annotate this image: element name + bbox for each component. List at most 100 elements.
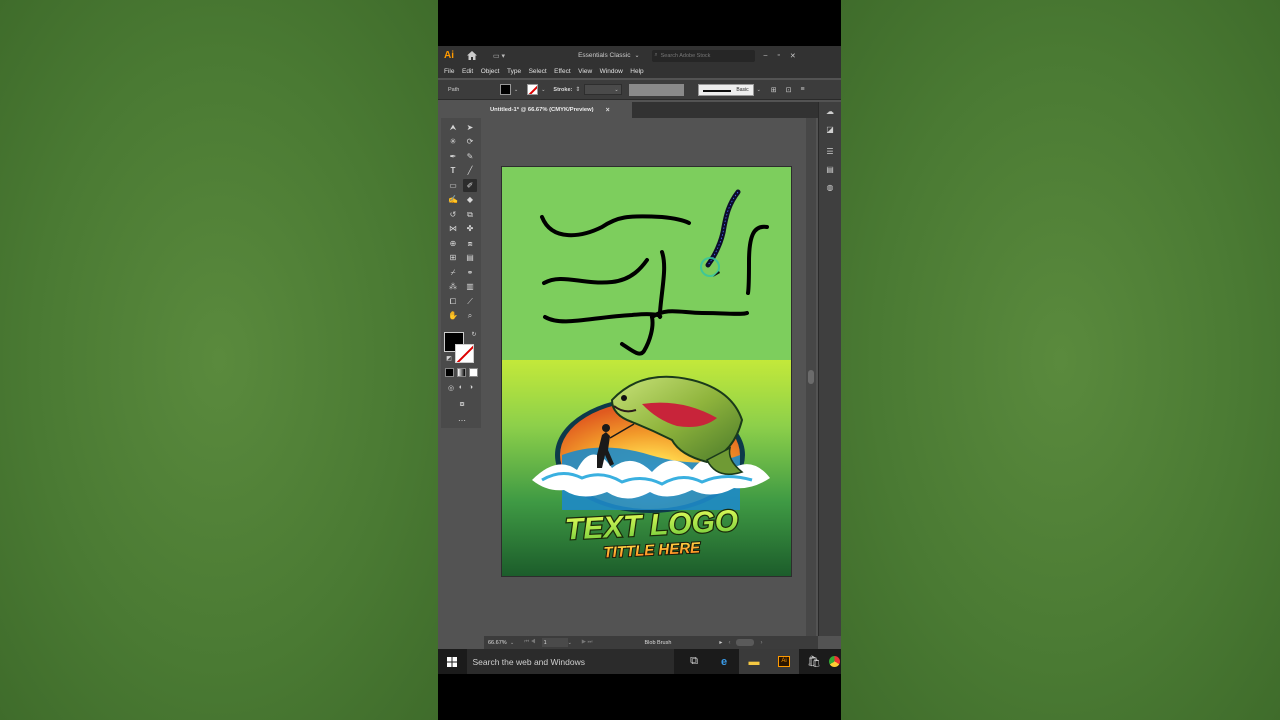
chevron-down-icon[interactable]: ⌄ — [568, 640, 572, 646]
chrome-icon[interactable] — [829, 649, 841, 674]
properties-icon[interactable]: ◪ — [824, 124, 836, 135]
menu-view[interactable]: View — [578, 68, 592, 75]
artboard-tool-icon[interactable]: ⧠ — [446, 295, 460, 308]
stroke-swatch[interactable] — [527, 84, 539, 95]
more-tools-icon[interactable]: ⋯ — [455, 414, 469, 427]
vertical-scrollbar[interactable] — [806, 118, 816, 636]
maximize-icon[interactable]: ▫ — [777, 52, 779, 60]
stroke-label[interactable]: Stroke: — [553, 87, 572, 93]
stroke-color-box[interactable] — [455, 344, 474, 363]
shaper-tool-icon[interactable]: ✍ — [446, 193, 460, 206]
arrange-documents-icon[interactable]: ▭ ▾ — [493, 52, 505, 60]
close-icon[interactable]: ✕ — [790, 52, 796, 60]
menu-object[interactable]: Object — [481, 68, 500, 75]
artboard-nav-next[interactable]: ▶ ⏭ — [582, 639, 593, 646]
task-view-icon[interactable]: ⧉ — [679, 649, 709, 674]
fill-swatch[interactable] — [500, 84, 511, 95]
rotate-tool-icon[interactable]: ↺ — [446, 208, 460, 221]
taskbar-search[interactable]: Search the web and Windows — [466, 649, 674, 674]
brush-strokes[interactable] — [502, 167, 792, 360]
lasso-icon[interactable]: ⟳ — [463, 135, 477, 148]
workspace-switcher[interactable]: Essentials Classic — [578, 52, 630, 59]
curvature-tool-icon[interactable]: ✎ — [463, 150, 477, 163]
home-icon[interactable] — [466, 51, 478, 61]
hand-tool-icon[interactable]: ✋ — [446, 309, 460, 322]
horizontal-scroll-thumb[interactable] — [736, 639, 755, 646]
document-tab[interactable]: Untitled-1* @ 66.67% (CMYK/Preview) × — [484, 102, 632, 118]
panel-menu-icon[interactable]: ≡ — [801, 86, 805, 94]
chevron-down-icon[interactable]: ⌄ — [634, 52, 639, 59]
puppet-warp-icon[interactable]: ✤ — [463, 222, 477, 235]
stepper-icon[interactable]: ⇕ — [575, 86, 580, 93]
artboard-nav-prev[interactable]: ⏮ ◀ — [524, 639, 535, 646]
menu-type[interactable]: Type — [507, 68, 521, 75]
appearance-panel-icon[interactable]: ◍ — [824, 182, 836, 193]
transform-icon[interactable]: ⊡ — [786, 86, 792, 94]
brush-definition[interactable]: Basic — [697, 83, 754, 96]
document-tab-title: Untitled-1* @ 66.67% (CMYK/Preview) — [490, 107, 594, 113]
swap-colors-icon[interactable]: ↻ — [467, 328, 481, 341]
selection-tool-icon[interactable]: ⮝ — [446, 121, 460, 134]
default-colors-icon[interactable]: ◩ — [442, 352, 456, 365]
minimize-icon[interactable]: – — [764, 52, 768, 60]
blend-tool-icon[interactable]: ⚭ — [463, 266, 477, 279]
zoom-level[interactable]: 66.67% — [488, 640, 510, 646]
column-graph-icon[interactable]: ▥ — [463, 280, 477, 293]
scrollbar-thumb[interactable] — [808, 370, 814, 384]
shape-builder-icon[interactable]: ⊕ — [446, 237, 460, 250]
menu-help[interactable]: Help — [630, 68, 643, 75]
draw-inside-icon[interactable]: ◑ — [464, 381, 478, 394]
perspective-grid-icon[interactable]: ⧈ — [463, 237, 477, 250]
scroll-right-icon[interactable]: › — [760, 640, 762, 646]
gradient-tool-icon[interactable]: ▤ — [463, 251, 477, 264]
scroll-left-icon[interactable]: ‹ — [728, 640, 730, 646]
eraser-tool-icon[interactable]: ◆ — [463, 193, 477, 206]
color-mode-icon[interactable] — [445, 368, 454, 377]
panel-dock: ☁ ◪ ☰ ▤ ◍ — [818, 102, 841, 636]
none-mode-icon[interactable] — [469, 368, 478, 377]
zoom-tool-icon[interactable]: ⌕ — [463, 309, 477, 322]
chevron-down-icon[interactable]: ⌄ — [514, 87, 518, 93]
gradient-mode-icon[interactable] — [457, 368, 466, 377]
menu-edit[interactable]: Edit — [462, 68, 473, 75]
artboard[interactable]: TEXT LOGO TITTLE HERE — [501, 166, 792, 577]
fishing-logo-illustration[interactable]: TEXT LOGO TITTLE HERE — [502, 360, 792, 577]
mesh-tool-icon[interactable]: ⊞ — [446, 251, 460, 264]
artboard-number[interactable]: 1 — [541, 638, 568, 647]
chevron-down-icon[interactable]: ⌄ — [614, 87, 618, 93]
variable-width-profile[interactable] — [628, 83, 684, 96]
illustrator-icon[interactable]: Ai — [769, 649, 799, 674]
file-explorer-icon[interactable]: ▬ — [739, 649, 769, 674]
chevron-down-icon[interactable]: ⌄ — [541, 87, 545, 93]
chevron-down-icon[interactable]: ⌄ — [510, 640, 514, 646]
symbol-sprayer-icon[interactable]: ⁂ — [446, 280, 460, 293]
eyedropper-icon[interactable]: ⌿ — [446, 266, 460, 279]
stroke-panel-icon[interactable]: ▤ — [824, 164, 836, 175]
layers-panel-icon[interactable]: ☰ — [824, 146, 836, 157]
edge-icon[interactable]: e — [709, 649, 739, 674]
store-icon[interactable]: 🛍 — [799, 649, 829, 674]
selection-type-label: Path — [448, 86, 460, 93]
slice-tool-icon[interactable]: ⟋ — [463, 295, 477, 308]
pen-tool-icon[interactable]: ✒ — [446, 150, 460, 163]
width-tool-icon[interactable]: ⋈ — [446, 222, 460, 235]
libraries-icon[interactable]: ☁ — [824, 106, 836, 117]
menu-select[interactable]: Select — [529, 68, 547, 75]
menu-effect[interactable]: Effect — [554, 68, 571, 75]
scale-tool-icon[interactable]: ⧉ — [463, 208, 477, 221]
close-icon[interactable]: × — [606, 107, 610, 114]
menu-window[interactable]: Window — [600, 68, 623, 75]
chevron-down-icon[interactable]: ⌄ — [757, 87, 761, 93]
rectangle-tool-icon[interactable]: ▭ — [446, 179, 460, 192]
menu-file[interactable]: File — [444, 68, 454, 75]
windows-start-icon[interactable] — [438, 649, 467, 674]
magic-wand-icon[interactable]: ✳ — [446, 135, 460, 148]
adobe-stock-search[interactable]: ⌕ Search Adobe Stock — [651, 49, 755, 62]
play-icon[interactable]: ▸ — [719, 639, 722, 646]
line-tool-icon[interactable]: ╱ — [463, 164, 477, 177]
align-icon[interactable]: ⊞ — [771, 86, 777, 94]
direct-selection-tool-icon[interactable]: ➤ — [463, 121, 477, 134]
blob-brush-tool-icon[interactable]: ✐ — [463, 179, 477, 192]
screen-mode-icon[interactable]: ⧇ — [455, 397, 469, 410]
type-tool-icon[interactable]: T — [446, 164, 460, 177]
